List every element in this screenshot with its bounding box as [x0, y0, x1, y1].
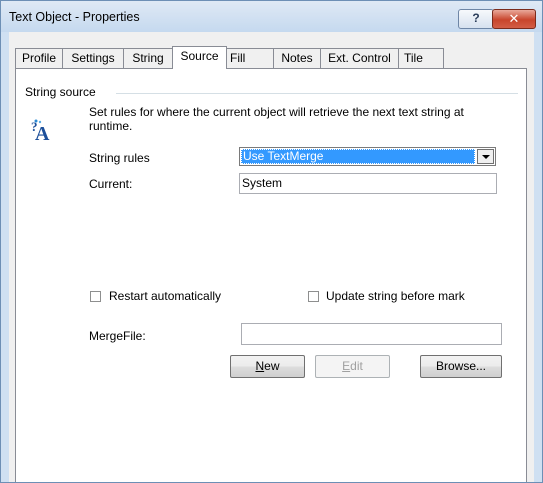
tab-settings[interactable]: Settings [62, 48, 124, 68]
tab-fill[interactable]: Fill [226, 48, 274, 68]
dialog-client-area: Profile Settings String Source Fill Note… [9, 32, 534, 482]
update-string-checkbox[interactable] [308, 291, 319, 302]
mergefile-label: MergeFile: [89, 329, 146, 343]
group-title: String source [25, 85, 100, 99]
tab-string[interactable]: String [123, 48, 173, 68]
edit-label: dit [350, 359, 363, 373]
string-rules-selected-value: Use TextMerge [241, 149, 475, 164]
help-button[interactable]: ? [458, 9, 494, 29]
close-icon: ✕ [508, 11, 520, 26]
restart-automatically-checkbox[interactable] [90, 291, 101, 302]
tab-label: Tile [404, 51, 423, 65]
tab-ext-control[interactable]: Ext. Control [320, 48, 399, 68]
tab-tile[interactable]: Tile [398, 48, 444, 68]
close-button[interactable]: ✕ [492, 9, 536, 29]
group-divider [116, 93, 518, 94]
edit-mnemonic: E [342, 359, 351, 373]
update-string-label[interactable]: Update string before mark [326, 289, 465, 303]
current-label: Current: [89, 177, 133, 191]
tab-label: Settings [71, 51, 115, 65]
title-bar[interactable]: Text Object - Properties ? ✕ [1, 1, 542, 32]
new-label: ew [264, 359, 280, 373]
string-rules-dropdown[interactable]: Use TextMerge [239, 147, 496, 166]
tab-label: Notes [281, 51, 313, 65]
new-button[interactable]: New [230, 355, 305, 378]
current-field[interactable]: System [239, 173, 497, 194]
properties-window: Text Object - Properties ? ✕ Profile Set… [0, 0, 543, 483]
tab-label: Fill [230, 51, 246, 65]
help-icon: ? [472, 11, 480, 25]
tab-source[interactable]: Source [172, 46, 227, 69]
current-value: System [242, 176, 283, 190]
edit-button[interactable]: Edit [315, 355, 390, 378]
text-string-icon: A ? [31, 119, 50, 144]
tab-notes[interactable]: Notes [273, 48, 321, 68]
mergefile-field[interactable] [241, 323, 502, 345]
window-title: Text Object - Properties [9, 10, 140, 24]
tab-label: Profile [21, 51, 56, 65]
browse-button[interactable]: Browse... [420, 355, 502, 378]
tab-label: String [132, 51, 164, 65]
restart-automatically-label[interactable]: Restart automatically [109, 289, 221, 303]
tab-label: Ext. Control [328, 51, 391, 65]
chevron-down-icon[interactable] [477, 149, 494, 164]
tab-label: Source [180, 49, 219, 63]
source-tab-page: String source A ? Set rules for where th… [15, 68, 527, 482]
source-description: Set rules for where the current object w… [89, 105, 464, 133]
browse-label: Browse... [435, 359, 486, 373]
tab-profile[interactable]: Profile [15, 48, 63, 68]
new-mnemonic: N [255, 359, 265, 373]
string-rules-label: String rules [89, 151, 150, 165]
